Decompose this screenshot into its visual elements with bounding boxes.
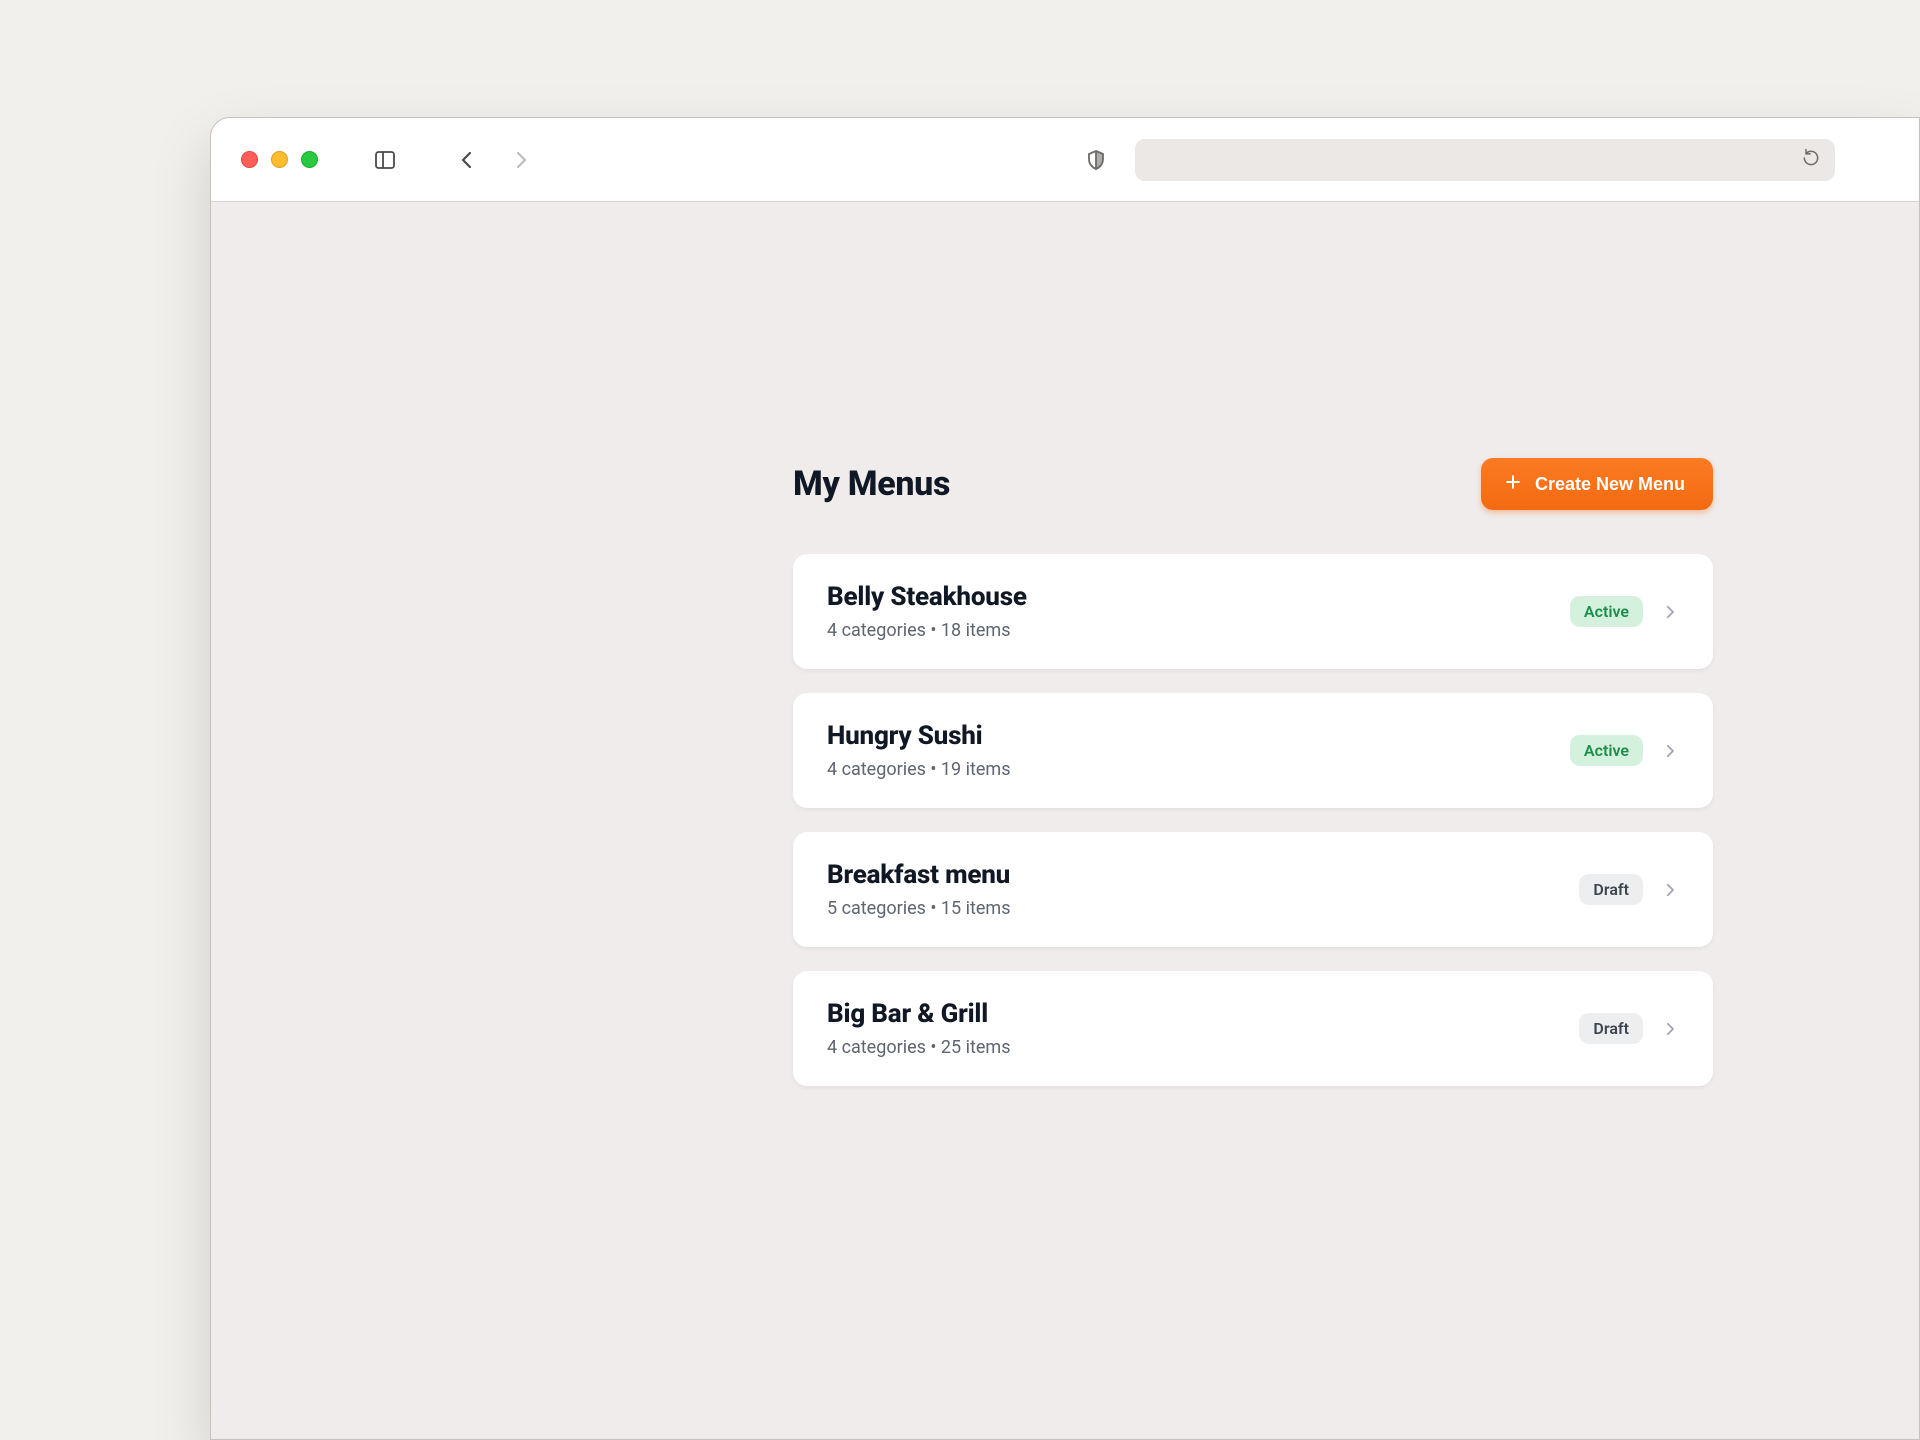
menu-name: Big Bar & Grill [827,999,1561,1029]
page-title: My Menus [793,464,950,504]
chevron-right-icon [1661,1020,1679,1038]
chevron-right-icon [1661,881,1679,899]
close-window-button[interactable] [241,151,258,168]
status-badge: Active [1570,596,1643,627]
status-badge: Draft [1579,874,1643,905]
browser-toolbar [211,118,1919,202]
menu-card[interactable]: Big Bar & Grill 4 categories • 25 items … [793,971,1713,1086]
refresh-icon[interactable] [1801,148,1821,172]
back-button[interactable] [452,145,482,175]
forward-button[interactable] [506,145,536,175]
create-new-menu-label: Create New Menu [1535,474,1685,495]
menu-subtitle: 4 categories • 25 items [827,1037,1561,1058]
menu-card[interactable]: Hungry Sushi 4 categories • 19 items Act… [793,693,1713,808]
window-controls [241,151,318,168]
status-badge: Active [1570,735,1643,766]
menu-card[interactable]: Breakfast menu 5 categories • 15 items D… [793,832,1713,947]
status-badge: Draft [1579,1013,1643,1044]
menu-card[interactable]: Belly Steakhouse 4 categories • 18 items… [793,554,1713,669]
sidebar-toggle-button[interactable] [370,145,400,175]
menu-subtitle: 4 categories • 19 items [827,759,1552,780]
zoom-window-button[interactable] [301,151,318,168]
menu-list: Belly Steakhouse 4 categories • 18 items… [793,554,1713,1086]
browser-window: My Menus Create New Menu Belly Steakh [210,117,1920,1440]
chevron-right-icon [1661,603,1679,621]
minimize-window-button[interactable] [271,151,288,168]
menu-subtitle: 5 categories • 15 items [827,898,1561,919]
menu-subtitle: 4 categories • 18 items [827,620,1552,641]
page-body: My Menus Create New Menu Belly Steakh [211,202,1919,1439]
privacy-shield-icon[interactable] [1081,145,1111,175]
plus-icon [1503,472,1523,497]
page-header: My Menus Create New Menu [793,458,1713,510]
create-new-menu-button[interactable]: Create New Menu [1481,458,1713,510]
address-bar[interactable] [1135,139,1835,181]
menu-name: Breakfast menu [827,860,1561,890]
menu-name: Belly Steakhouse [827,582,1552,612]
chevron-right-icon [1661,742,1679,760]
menu-name: Hungry Sushi [827,721,1552,751]
